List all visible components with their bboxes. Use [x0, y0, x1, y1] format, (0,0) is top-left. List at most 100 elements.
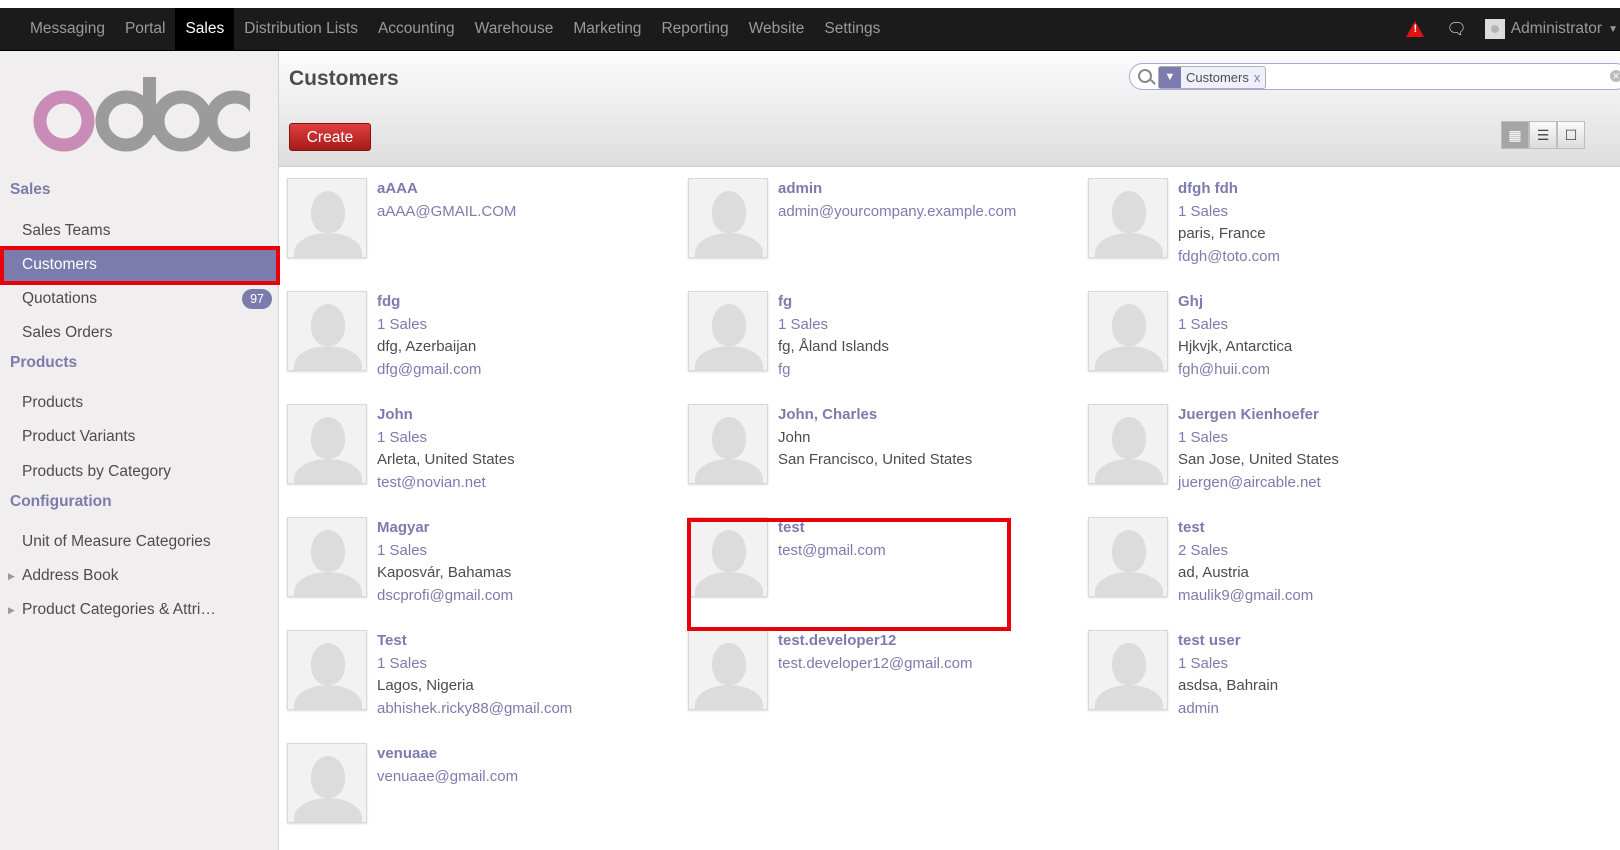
avatar-placeholder-icon[interactable] [1088, 178, 1168, 258]
customer-link[interactable]: dfg@gmail.com [377, 359, 481, 382]
top-menu-sales[interactable]: Sales [175, 8, 235, 50]
avatar-placeholder-icon[interactable] [287, 743, 367, 823]
facet-remove-button[interactable]: x [1254, 70, 1266, 85]
avatar-placeholder-icon[interactable] [1088, 404, 1168, 484]
create-button[interactable]: Create [289, 123, 371, 151]
customer-name[interactable]: Ghj [1178, 291, 1292, 314]
search-icon[interactable] [1138, 69, 1152, 83]
customer-name[interactable]: John, Charles [778, 404, 972, 427]
customer-link[interactable]: 1 Sales [377, 427, 515, 450]
customer-name[interactable]: Juergen Kienhoefer [1178, 404, 1339, 427]
avatar-placeholder-icon[interactable] [688, 178, 768, 258]
top-menu-warehouse[interactable]: Warehouse [465, 8, 564, 50]
avatar-placeholder-icon[interactable] [287, 630, 367, 710]
avatar-placeholder-icon[interactable] [1088, 291, 1168, 371]
customer-card[interactable]: John, Charles John San Francisco, United S… [688, 404, 1088, 500]
clear-search-icon[interactable]: ✕ [1610, 70, 1620, 82]
avatar-placeholder-icon[interactable] [1088, 517, 1168, 597]
customer-card[interactable]: fdg 1 Sales dfg, Azerbaijan dfg@gmail.com [287, 291, 687, 387]
warning-icon[interactable] [1406, 21, 1425, 37]
customer-link[interactable]: fdgh@toto.com [1178, 246, 1280, 269]
top-menu-reporting[interactable]: Reporting [651, 8, 738, 50]
customer-link[interactable]: fgh@huii.com [1178, 359, 1292, 382]
customer-card[interactable]: test.developer12 test.developer12@gmail.c… [688, 630, 1088, 726]
customer-link[interactable]: juergen@aircable.net [1178, 472, 1339, 495]
chevron-down-icon[interactable]: ▼ [1608, 24, 1618, 35]
odoo-logo[interactable] [30, 75, 250, 155]
customer-link[interactable]: 1 Sales [1178, 314, 1292, 337]
customer-link[interactable]: 2 Sales [1178, 540, 1313, 563]
chat-icon[interactable]: 🗨 [1446, 19, 1466, 39]
avatar-placeholder-icon[interactable] [1088, 630, 1168, 710]
customer-link[interactable]: 1 Sales [1178, 653, 1278, 676]
customer-card[interactable]: venuaae venuaae@gmail.com [287, 743, 687, 839]
customer-name[interactable]: test [778, 517, 886, 540]
list-view-button[interactable]: ☰ [1529, 121, 1557, 149]
customer-name[interactable]: Magyar [377, 517, 513, 540]
customer-card[interactable]: aAAA aAAA@GMAIL.COM [287, 178, 687, 274]
customer-link[interactable]: admin@yourcompany.example.com [778, 201, 1016, 224]
customer-link[interactable]: fg [778, 359, 889, 382]
sidebar-item-customers[interactable]: Customers [0, 248, 278, 282]
customer-name[interactable]: admin [778, 178, 1016, 201]
sidebar-item-sales-teams[interactable]: Sales Teams [0, 214, 278, 248]
customer-card[interactable]: admin admin@yourcompany.example.com [688, 178, 1088, 274]
customer-link[interactable]: 1 Sales [1178, 427, 1339, 450]
customer-link[interactable]: admin [1178, 698, 1278, 721]
customer-link[interactable]: venuaae@gmail.com [377, 766, 518, 789]
customer-link[interactable]: test@novian.net [377, 472, 515, 495]
avatar-placeholder-icon[interactable] [287, 517, 367, 597]
top-menu-distribution-lists[interactable]: Distribution Lists [234, 8, 368, 50]
kanban-view-button[interactable]: ▦ [1501, 121, 1529, 149]
customer-card[interactable]: Test 1 Sales Lagos, Nigeria abhishek.ricky8… [287, 630, 687, 726]
customer-link[interactable]: test.developer12@gmail.com [778, 653, 973, 676]
customer-name[interactable]: fdg [377, 291, 481, 314]
sidebar-item-quotations[interactable]: Quotations 97 [0, 282, 278, 316]
sidebar-item-products[interactable]: Products [0, 386, 278, 420]
customer-link[interactable]: abhishek.ricky88@gmail.com [377, 698, 572, 721]
top-menu-settings[interactable]: Settings [814, 8, 890, 50]
customer-card[interactable]: Magyar 1 Sales Kaposvár, Bahamas dscprofi@g… [287, 517, 687, 613]
customer-name[interactable]: venuaae [377, 743, 518, 766]
customer-link[interactable]: 1 Sales [778, 314, 889, 337]
avatar-placeholder-icon[interactable] [688, 517, 768, 597]
user-menu[interactable]: Administrator [1511, 20, 1602, 38]
customer-link[interactable]: aAAA@GMAIL.COM [377, 201, 516, 224]
customer-name[interactable]: test user [1178, 630, 1278, 653]
customer-link[interactable]: 1 Sales [1178, 201, 1280, 224]
top-menu-website[interactable]: Website [739, 8, 815, 50]
customer-card[interactable]: dfgh fdh 1 Sales paris, France fdgh@toto.co… [1088, 178, 1488, 274]
customer-name[interactable]: John [377, 404, 515, 427]
sidebar-item-unit-of-measure-categories[interactable]: Unit of Measure Categories [0, 525, 278, 559]
customer-link[interactable]: dscprofi@gmail.com [377, 585, 513, 608]
customer-card[interactable]: fg 1 Sales fg, Åland Islands fg [688, 291, 1088, 387]
caret-right-icon[interactable]: ▶ [8, 593, 15, 627]
avatar-placeholder-icon[interactable] [287, 291, 367, 371]
top-menu-messaging[interactable]: Messaging [20, 8, 115, 50]
customer-card[interactable]: test test@gmail.com [688, 517, 1088, 613]
customer-link[interactable]: 1 Sales [377, 314, 481, 337]
sidebar-item-product-categories-attri[interactable]: ▶ Product Categories & Attri… [0, 593, 278, 627]
top-menu-marketing[interactable]: Marketing [563, 8, 651, 50]
form-view-button[interactable]: ☐ [1557, 121, 1585, 149]
customer-name[interactable]: fg [778, 291, 889, 314]
search-bar[interactable]: ▼ Customers x ✕ [1129, 63, 1620, 90]
user-avatar[interactable] [1484, 19, 1505, 39]
customer-name[interactable]: dfgh fdh [1178, 178, 1280, 201]
customer-name[interactable]: test [1178, 517, 1313, 540]
customer-card[interactable]: John 1 Sales Arleta, United States test@nov… [287, 404, 687, 500]
top-menu-accounting[interactable]: Accounting [368, 8, 465, 50]
avatar-placeholder-icon[interactable] [287, 178, 367, 258]
customer-card[interactable]: test 2 Sales ad, Austria maulik9@gmail.com [1088, 517, 1488, 613]
sidebar-item-address-book[interactable]: ▶ Address Book [0, 559, 278, 593]
avatar-placeholder-icon[interactable] [688, 291, 768, 371]
customer-link[interactable]: test@gmail.com [778, 540, 886, 563]
avatar-placeholder-icon[interactable] [688, 404, 768, 484]
customer-name[interactable]: aAAA [377, 178, 516, 201]
sidebar-item-product-variants[interactable]: Product Variants [0, 420, 278, 454]
customer-link[interactable]: maulik9@gmail.com [1178, 585, 1313, 608]
customer-card[interactable]: Juergen Kienhoefer 1 Sales San Jose, Unite… [1088, 404, 1488, 500]
customer-name[interactable]: Test [377, 630, 572, 653]
sidebar-item-products-by-category[interactable]: Products by Category [0, 455, 278, 489]
customer-link[interactable]: 1 Sales [377, 540, 513, 563]
